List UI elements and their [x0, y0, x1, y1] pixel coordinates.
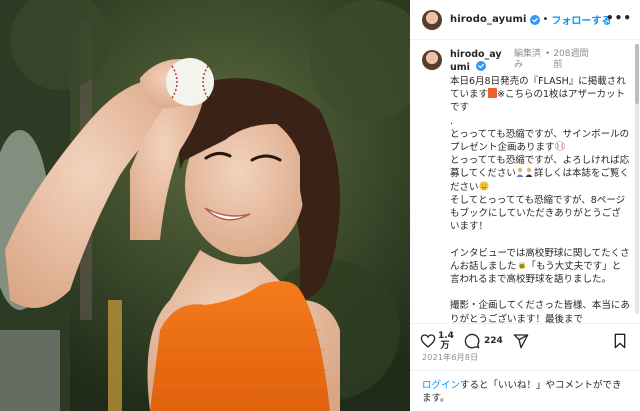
post-header: hirodo_ayumi • フォローする ••• [410, 0, 640, 40]
caption-line: 撮影・企画してくださった皆様、本当にありがとうございます！最後まで [450, 300, 630, 323]
time-ago[interactable]: 208週間前 [553, 49, 589, 71]
header-username[interactable]: hirodo_ayumi [450, 14, 527, 25]
post-side-panel: hirodo_ayumi • フォローする ••• hirodo_ayumi 編… [410, 0, 640, 411]
photo-illustration [0, 0, 410, 411]
comment-button[interactable]: 224 [464, 333, 503, 349]
share-button[interactable] [513, 333, 529, 349]
bee-icon [518, 261, 526, 269]
caption: hirodo_ayumi 編集済み • 208週間前 本日6月8日発売の『FLA… [410, 41, 640, 323]
caption-text: 本日6月8日発売の『FLASH』に掲載されています ※こちらの1枚はアザーカットで… [450, 75, 630, 323]
save-button[interactable] [612, 333, 628, 349]
edited-label: 編集済み [514, 49, 542, 70]
more-options-icon[interactable]: ••• [606, 12, 632, 24]
comment-count: 224 [484, 335, 503, 346]
comment-icon [464, 333, 480, 348]
like-count-number: 1.4 [438, 330, 454, 341]
caption-line: そしてとっってても恐縮ですが、8ページもブックにしていただきありがとうございます… [450, 194, 626, 233]
smile-icon [478, 181, 489, 191]
verified-badge-icon [529, 14, 540, 25]
caption-header: hirodo_ayumi 編集済み • 208週間前 [422, 49, 630, 74]
caption-scrollbar-thumb[interactable] [635, 44, 639, 104]
baseball-icon [554, 141, 565, 151]
caption-avatar[interactable] [422, 50, 442, 70]
header-separator: • [542, 14, 549, 25]
share-icon [513, 333, 529, 348]
heart-icon [420, 333, 436, 348]
like-count: 1.4 万 [438, 330, 454, 351]
orange-square-icon [488, 88, 498, 99]
caption-line-text: とっってても恐縮ですが、サインボールのプレゼント企画あります [450, 128, 630, 154]
post-photo[interactable] [0, 0, 410, 411]
verified-badge-icon [476, 61, 487, 71]
follow-button[interactable]: フォローする [551, 12, 611, 27]
caption-line: 本日6月8日発売の『FLASH』に掲載されています ※こちらの1枚はアザーカットで… [450, 75, 630, 115]
login-link[interactable]: ログイン [422, 380, 460, 391]
caption-line: とっってても恐縮ですが、よろしければ応募してください 詳しくは本誌をご覧ください [450, 154, 630, 194]
caption-line: とっってても恐縮ですが、サインボールのプレゼント企画あります [450, 128, 630, 154]
login-prompt: ログインすると「いいね！」やコメントができます。 [410, 370, 640, 411]
caption-meta: 編集済み • 208週間前 [514, 49, 589, 71]
like-count-unit: 万 [440, 340, 450, 351]
caption-username[interactable]: hirodo_ayumi [450, 49, 508, 74]
meta-separator: • [545, 49, 551, 59]
people-icon [516, 168, 533, 178]
like-button[interactable]: 1.4 万 [420, 330, 454, 351]
caption-line: ​ [450, 233, 630, 246]
caption-line: インタビューでは高校野球に関してたくさんお話しました 「もう大丈夫です」と言われる… [450, 247, 630, 287]
post-date[interactable]: 2021年6月8日 [422, 352, 478, 363]
caption-line: . [450, 115, 454, 127]
bookmark-icon [614, 333, 626, 349]
avatar[interactable] [422, 9, 442, 30]
caption-line: ​ [450, 286, 630, 299]
